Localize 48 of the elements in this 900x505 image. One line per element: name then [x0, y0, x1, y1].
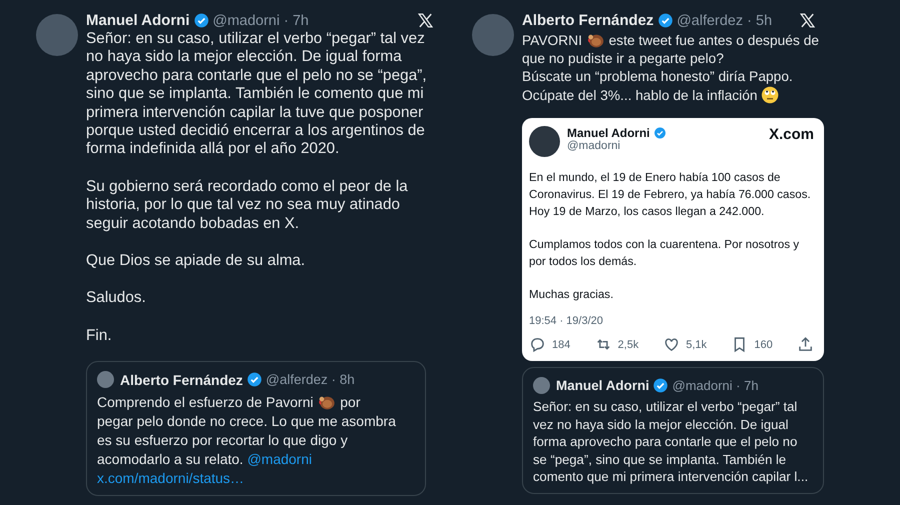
heart-icon[interactable] [663, 336, 680, 353]
tweet-text: Cumplamos todos con la cuarentena. Por nosotros y por todos los demás. [529, 238, 800, 268]
tweet-text: En el mundo, el 19 de Enero había 100 casos de Coronavirus. El 19 de Febrero, ya había 76.000 casos. Hoy 19 de Marzo, los casos llegan a 242.000. [529, 171, 811, 218]
tweet-text: Muchas gracias. [529, 288, 614, 301]
stat-count: 160 [754, 338, 773, 350]
tweet-text: acomodarlo a su relato. [97, 451, 244, 468]
avatar [533, 377, 550, 394]
tweet-text: Señor: en su caso, utilizar el verbo “pegar” tal vez no haya sido la mejor elección. De igual forma aprovecho para contarle que el pelo no se “pega”, sino que se implanta. También le comento que mi primera intervención capilar la tuve que posponer porque usted decidió encerrar a los argentinos de forma indefinida allá por el año 2020. [86, 30, 427, 158]
author-name: Manuel Adorni [556, 378, 650, 393]
stat-count: 5,1k [686, 338, 707, 350]
avatar [472, 14, 514, 56]
reply-icon[interactable] [529, 336, 546, 353]
link[interactable]: @madorni [247, 451, 312, 468]
avatar [97, 371, 114, 388]
link[interactable]: x.com/madorni/status… [97, 470, 244, 486]
author-handle: @madorni · 7h [212, 12, 309, 28]
x-logo-icon [417, 12, 434, 29]
author-handle: @madorni · 7h [672, 378, 758, 393]
author-name: Manuel Adorni [86, 12, 190, 29]
tweet-text: pegar pelo donde no crece. Lo que me asombra [97, 413, 396, 430]
brand-logo-text: X.com [768, 126, 814, 143]
tweet-text: Comprendo el esfuerzo de Pavorni [97, 394, 314, 410]
tweet-text: por [340, 394, 360, 410]
author-handle: @alferdez · 8h [266, 372, 355, 388]
tweet-text: es su esfuerzo por recortar lo que digo y [97, 432, 348, 448]
author-name: Alberto Fernández [522, 12, 654, 29]
share-icon[interactable] [797, 336, 814, 353]
tweet-text: que no pudiste ir a pegarte pelo? [522, 51, 724, 66]
tweet-text: Que Dios se apiade de su alma. [86, 252, 306, 270]
timestamp: 19:54 · 19/3/20 [529, 315, 604, 327]
tweet-text: Ocúpate del 3%... hablo de la inflación [522, 88, 758, 103]
author-handle: @alferdez · 5h [676, 12, 772, 28]
author-name: Alberto Fernández [120, 372, 243, 388]
eye-roll-emoji-icon [761, 86, 780, 104]
x-logo-icon [799, 12, 816, 29]
tweet-text: Señor: en su caso, utilizar el verbo “pegar” tal vez no haya sido la mejor elección. De igual forma aprovecho para contarle que el pelo no se “pega”, sino que se implanta. También le comento que mi primera intervención capilar l... [533, 399, 808, 484]
tweet-text: Su gobierno será recordado como el peor de la historia, por lo que tal vez no sea muy atinado seguir acotando bobadas en X. [86, 178, 408, 232]
stat-count: 2,5k [618, 338, 639, 350]
author-handle: @madorni [567, 140, 622, 152]
avatar [36, 14, 78, 56]
tweet-text: Fin. [86, 326, 112, 344]
avatar [529, 126, 560, 157]
tweet-text: Saludos. [86, 289, 146, 306]
stat-count: 184 [552, 338, 570, 350]
tweet-text: este tweet fue antes o después de [608, 33, 819, 48]
author-name: Manuel Adorni [567, 126, 650, 140]
tweet-text: PAVORNI [522, 33, 582, 48]
tweet-text: Búscate un “problema honesto” diría Pappo. [522, 69, 793, 84]
